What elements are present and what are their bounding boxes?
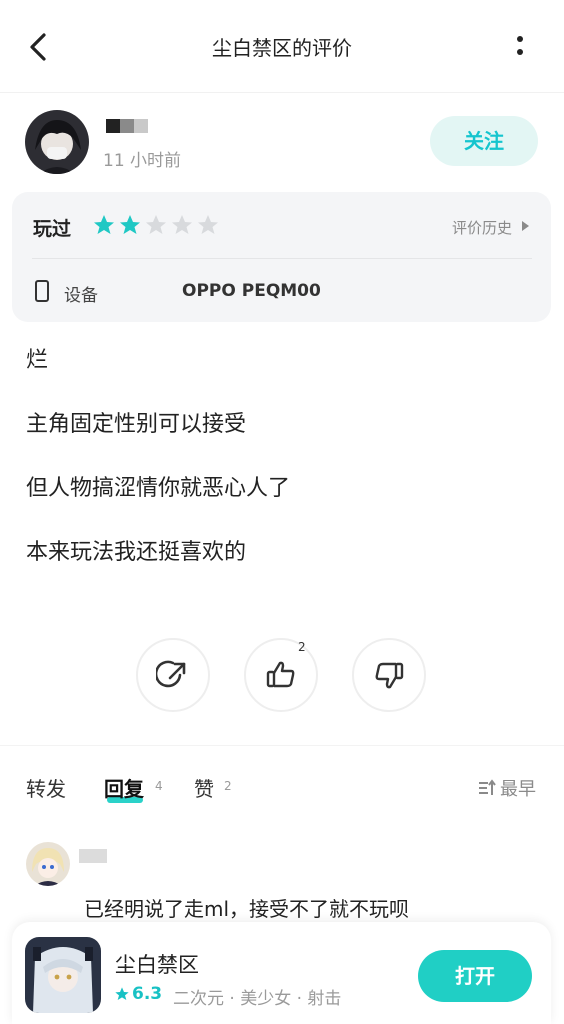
dislike-button[interactable] xyxy=(352,638,426,712)
tab-reply-count: 4 xyxy=(155,779,163,793)
game-name[interactable]: 尘白禁区 xyxy=(115,949,199,979)
reply-text: 已经明说了走ml，接受不了就不玩呗 xyxy=(84,897,410,921)
sort-button[interactable]: 最早 xyxy=(478,775,536,801)
share-button[interactable] xyxy=(136,638,210,712)
review-line: 烂 xyxy=(26,348,49,373)
tab-forward[interactable]: 转发 xyxy=(26,773,66,802)
star-filled-icon xyxy=(94,215,114,234)
tab-reply[interactable]: 回复 xyxy=(104,773,144,802)
reply-username-redacted[interactable] xyxy=(79,849,107,863)
reply-avatar[interactable] xyxy=(26,842,70,886)
device-label: 设备 xyxy=(64,286,98,306)
review-history-link[interactable]: 评价历史 xyxy=(452,217,512,238)
phone-icon xyxy=(35,280,49,302)
like-count: 2 xyxy=(298,640,306,654)
review-line: 本来玩法我还挺喜欢的 xyxy=(26,540,247,565)
card-divider xyxy=(32,258,532,259)
author-avatar[interactable] xyxy=(25,110,89,174)
game-rating: 6.3 xyxy=(114,984,162,1004)
game-icon[interactable] xyxy=(25,937,101,1013)
device-value: OPPO PEQM00 xyxy=(182,281,321,301)
page-title: 尘白禁区的评价 xyxy=(212,36,352,60)
thumbs-down-icon xyxy=(375,662,404,689)
like-button[interactable] xyxy=(244,638,318,712)
star-empty-icon xyxy=(146,215,166,234)
star-empty-icon xyxy=(198,215,218,234)
thumbs-up-icon xyxy=(266,661,295,688)
triangle-right-icon[interactable] xyxy=(521,220,530,232)
author-username-redacted[interactable] xyxy=(106,119,148,133)
post-time: 11 小时前 xyxy=(103,151,182,171)
review-body: 烂 主角固定性别可以接受 但人物搞涩情你就恶心人了 本来玩法我还挺喜欢的 xyxy=(26,345,546,601)
review-line: 主角固定性别可以接受 xyxy=(26,412,247,437)
review-line: 但人物搞涩情你就恶心人了 xyxy=(26,476,291,501)
game-tags: 二次元 · 美少女 · 射击 xyxy=(173,989,342,1009)
sort-icon xyxy=(479,779,496,795)
share-icon xyxy=(156,660,186,688)
star-empty-icon xyxy=(172,215,192,234)
sort-label: 最早 xyxy=(500,779,536,800)
open-game-button[interactable]: 打开 xyxy=(418,950,532,1002)
follow-button[interactable]: 关注 xyxy=(430,116,538,166)
star-icon xyxy=(115,987,129,1000)
played-label: 玩过 xyxy=(33,218,72,240)
tab-like[interactable]: 赞 xyxy=(194,773,214,802)
star-filled-icon xyxy=(120,215,140,234)
section-divider xyxy=(0,745,564,746)
more-vertical-icon[interactable] xyxy=(510,32,530,62)
star-rating xyxy=(92,213,220,239)
game-rating-value: 6.3 xyxy=(132,984,163,1004)
tab-like-count: 2 xyxy=(224,779,232,793)
